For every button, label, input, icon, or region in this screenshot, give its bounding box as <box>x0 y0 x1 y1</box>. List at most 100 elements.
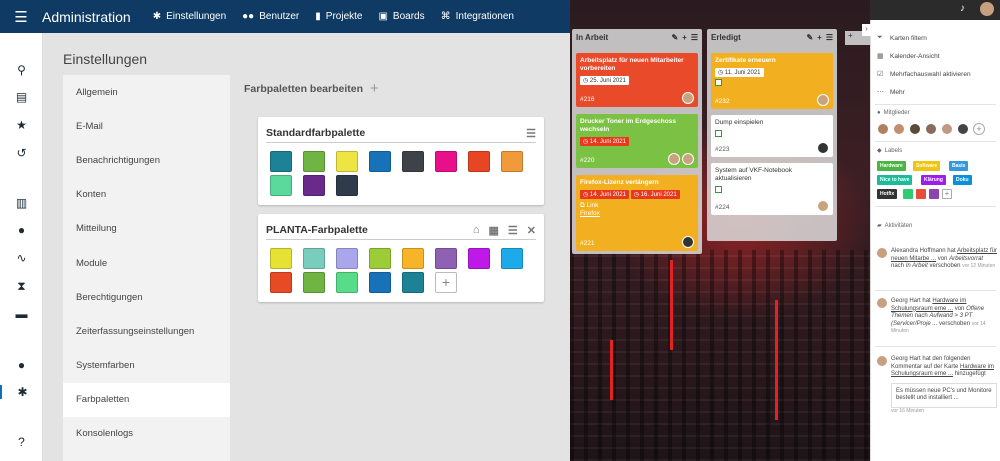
activity-icon[interactable]: ∿ <box>0 251 43 265</box>
color-swatch[interactable] <box>270 272 292 293</box>
member-avatar[interactable] <box>925 123 937 135</box>
nav-integrationen[interactable]: ⌘ Integrationen <box>441 11 514 22</box>
card-link[interactable]: ⧉ Link <box>580 202 694 210</box>
tag-icon[interactable]: ⌂ <box>473 224 480 237</box>
link-text[interactable]: Firefox <box>580 210 694 217</box>
label-chip[interactable]: Basis <box>949 161 969 171</box>
add-palette-icon[interactable]: + <box>370 80 379 97</box>
nav-projekte[interactable]: ▮ Projekte <box>315 11 362 22</box>
user-icon[interactable]: ● <box>0 358 43 372</box>
add-color-button[interactable]: + <box>435 272 457 293</box>
color-swatch[interactable] <box>303 272 325 293</box>
menu-item-module[interactable]: Module <box>63 246 230 280</box>
edit-icon[interactable]: ✎ <box>671 33 678 42</box>
label-chip[interactable]: Doku <box>953 175 972 185</box>
label-color-square[interactable] <box>916 189 926 199</box>
color-swatch[interactable] <box>501 248 523 269</box>
color-swatch[interactable] <box>336 175 358 196</box>
menu-item-mitteilung[interactable]: Mitteilung <box>63 212 230 246</box>
color-swatch[interactable] <box>435 248 457 269</box>
settings-gear-icon[interactable]: ✱ <box>0 385 43 399</box>
menu-item-benachrichtigungen[interactable]: Benachrichtigungen <box>63 143 230 177</box>
search-icon[interactable]: ⚲ <box>0 63 43 77</box>
color-swatch[interactable] <box>402 248 424 269</box>
user-avatar[interactable] <box>980 2 994 16</box>
grid-icon[interactable]: ▦ <box>489 224 499 237</box>
color-swatch[interactable] <box>369 272 391 293</box>
color-swatch[interactable] <box>369 248 391 269</box>
menu-item-farbpaletten[interactable]: Farbpaletten <box>63 382 230 417</box>
menu-item-berechtigungen[interactable]: Berechtigungen <box>63 280 230 314</box>
add-card-icon[interactable]: + <box>682 33 687 42</box>
label-chip[interactable]: Hotfix <box>877 189 898 199</box>
new-document-icon[interactable]: ▤ <box>0 90 43 104</box>
menu-item-konsolenlogs[interactable]: Konsolenlogs <box>63 417 230 451</box>
color-swatch[interactable] <box>303 248 325 269</box>
color-swatch[interactable] <box>336 272 358 293</box>
add-label-button[interactable]: + <box>942 189 952 199</box>
checkbox[interactable] <box>715 130 829 137</box>
team-icon[interactable]: ● <box>0 223 43 237</box>
color-swatch[interactable] <box>270 151 292 172</box>
member-avatar[interactable] <box>941 123 953 135</box>
checkbox[interactable] <box>715 186 829 193</box>
help-icon[interactable]: ? <box>0 435 43 449</box>
member-avatar[interactable] <box>877 123 889 135</box>
color-swatch[interactable] <box>270 248 292 269</box>
color-swatch[interactable] <box>336 151 358 172</box>
task-card[interactable]: Zertifikate erneuern ◷ 11. Juni 2021 #23… <box>711 53 833 109</box>
color-swatch[interactable] <box>270 175 292 196</box>
hamburger-menu-icon[interactable]: ☰ <box>0 8 42 26</box>
menu-item-zeiterfassung[interactable]: Zeiterfassungseinstellungen <box>63 314 230 348</box>
label-chip[interactable]: Software <box>913 161 941 171</box>
menu-item-allgemein[interactable]: Allgemein <box>63 75 230 109</box>
edit-icon[interactable]: ✎ <box>806 33 813 42</box>
color-swatch[interactable] <box>435 151 457 172</box>
task-card[interactable]: Firefox-Lizenz verlängern ◷ 14. Juni 202… <box>576 175 698 251</box>
add-card-icon[interactable]: + <box>817 33 822 42</box>
label-chip[interactable]: Klärung <box>921 175 946 185</box>
color-swatch[interactable] <box>402 151 424 172</box>
bell-icon[interactable]: ♪ <box>960 3 972 15</box>
member-avatar[interactable] <box>957 123 969 135</box>
board-icon[interactable]: ▥ <box>0 196 43 210</box>
history-icon[interactable]: ↺ <box>0 146 43 160</box>
more-item[interactable]: ⋯ Mehr <box>877 88 905 97</box>
color-swatch[interactable] <box>501 151 523 172</box>
menu-item-konten[interactable]: Konten <box>63 178 230 212</box>
collapse-panel-icon[interactable]: › <box>862 24 871 36</box>
task-card[interactable]: Drucker Toner im Erdgeschoss wechseln ◷ … <box>576 114 698 168</box>
label-chip[interactable]: Hardware <box>877 161 906 171</box>
task-card[interactable]: Dump einspielen #223 <box>711 115 833 157</box>
archive-icon[interactable]: ▬ <box>0 307 43 321</box>
member-avatar[interactable] <box>893 123 905 135</box>
color-swatch[interactable] <box>468 248 490 269</box>
multiselect-item[interactable]: ☑ Mehrfachauswahl aktivieren <box>877 70 971 79</box>
checkbox[interactable] <box>715 79 829 86</box>
nav-benutzer[interactable]: ●● Benutzer <box>242 11 299 22</box>
star-icon[interactable]: ★ <box>0 118 43 132</box>
color-swatch[interactable] <box>402 272 424 293</box>
nav-boards[interactable]: ▣ Boards <box>378 11 424 22</box>
member-avatar[interactable] <box>909 123 921 135</box>
label-chip[interactable]: Nice to have <box>877 175 913 185</box>
color-swatch[interactable] <box>303 175 325 196</box>
task-card[interactable]: System auf VKF-Notebook aktualisieren #2… <box>711 163 833 215</box>
close-icon[interactable]: ✕ <box>527 224 536 237</box>
task-card[interactable]: Arbeitsplatz für neuen Mitarbeiter vorbe… <box>576 53 698 107</box>
menu-icon[interactable]: ☰ <box>826 33 833 42</box>
color-swatch[interactable] <box>369 151 391 172</box>
hourglass-icon[interactable]: ⧗ <box>0 279 43 294</box>
color-swatch[interactable] <box>468 151 490 172</box>
filter-cards-item[interactable]: ⏷ Karten filtern <box>877 34 927 42</box>
menu-icon[interactable]: ☰ <box>508 224 518 237</box>
label-color-square[interactable] <box>903 189 913 199</box>
add-member-button[interactable]: + <box>973 123 985 135</box>
calendar-view-item[interactable]: ▦ Kalender-Ansicht <box>877 52 940 61</box>
menu-item-email[interactable]: E-Mail <box>63 109 230 143</box>
menu-item-systemfarben[interactable]: Systemfarben <box>63 349 230 383</box>
color-swatch[interactable] <box>336 248 358 269</box>
color-swatch[interactable] <box>303 151 325 172</box>
menu-icon[interactable]: ☰ <box>526 127 536 140</box>
menu-icon[interactable]: ☰ <box>691 33 698 42</box>
